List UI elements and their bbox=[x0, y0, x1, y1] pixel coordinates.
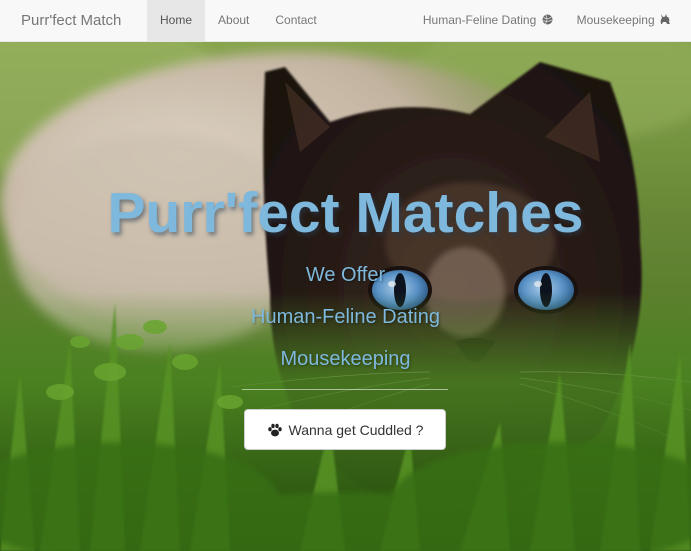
services-nav: Human-Feline Dating Mousekeeping bbox=[411, 0, 683, 42]
hero-line-mousekeeping: Mousekeeping bbox=[280, 348, 411, 370]
nav-mousekeeping-label: Mousekeeping bbox=[576, 13, 655, 27]
nav-mousekeeping[interactable]: Mousekeeping bbox=[565, 0, 683, 42]
nav-about[interactable]: About bbox=[205, 0, 262, 42]
cuddle-cta-label: Wanna get Cuddled ? bbox=[288, 421, 424, 438]
main-nav: Home About Contact bbox=[147, 0, 330, 42]
hero-content: Purr'fect Matches We Offer Human-Feline … bbox=[0, 42, 691, 551]
yarn-ball-icon bbox=[542, 2, 553, 43]
cuddle-cta-button[interactable]: Wanna get Cuddled ? bbox=[244, 409, 446, 450]
hero-line-we-offer: We Offer bbox=[305, 264, 386, 286]
paw-icon bbox=[267, 422, 283, 438]
top-navbar: Purr'fect Match Home About Contact Human… bbox=[0, 0, 691, 42]
nav-home[interactable]: Home bbox=[147, 0, 206, 42]
nav-human-feline-dating[interactable]: Human-Feline Dating bbox=[411, 0, 565, 42]
cat-silhouette-icon bbox=[660, 2, 671, 43]
page: Purr'fect Match Home About Contact Human… bbox=[0, 0, 691, 551]
hero-line-dating: Human-Feline Dating bbox=[251, 306, 440, 328]
hero-title: Purr'fect Matches bbox=[107, 181, 584, 245]
nav-contact[interactable]: Contact bbox=[262, 0, 329, 42]
hero-divider bbox=[242, 389, 448, 390]
brand-link[interactable]: Purr'fect Match bbox=[21, 0, 121, 42]
nav-human-feline-dating-label: Human-Feline Dating bbox=[422, 13, 537, 27]
